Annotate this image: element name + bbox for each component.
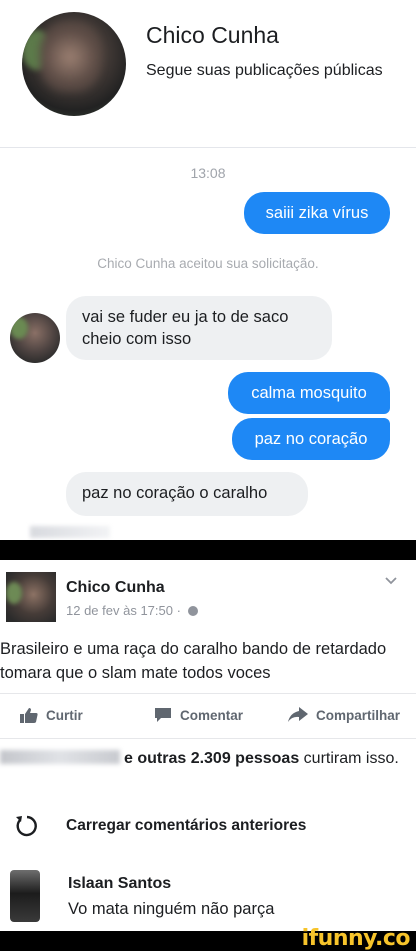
system-message: Chico Cunha aceitou sua solicitação. <box>97 256 319 271</box>
message-bubble-outgoing[interactable]: saiii zika vírus <box>244 192 390 234</box>
profile-header: Chico Cunha Segue suas publicações públi… <box>0 0 416 140</box>
chevron-down-icon[interactable] <box>384 574 398 588</box>
share-label: Compartilhar <box>316 707 401 723</box>
comment-button[interactable]: Comentar <box>154 707 243 723</box>
profile-subtitle: Segue suas publicações públicas <box>146 62 383 79</box>
post-actions: Curtir Comentar Compartilhar <box>0 693 416 739</box>
post-timestamp[interactable]: 12 de fev às 17:50 · <box>66 603 181 618</box>
post-author-name[interactable]: Chico Cunha <box>66 579 165 597</box>
comment-icon <box>155 708 171 722</box>
message-bubble-incoming[interactable]: vai se fuder eu ja to de saco cheio com … <box>66 296 332 360</box>
post-author-avatar[interactable] <box>6 572 56 622</box>
likes-suffix: curtiram isso. <box>303 750 399 767</box>
globe-icon <box>187 606 198 616</box>
messenger-screenshot: Chico Cunha Segue suas publicações públi… <box>0 0 416 540</box>
facebook-post: Chico Cunha 12 de fev às 17:50 · Brasile… <box>0 560 416 931</box>
likes-summary[interactable]: e outras 2.309 pessoas curtiram isso. <box>0 748 416 770</box>
profile-avatar[interactable] <box>22 12 126 116</box>
contact-avatar[interactable] <box>10 313 60 363</box>
load-previous-comments[interactable]: Carregar comentários anteriores <box>0 806 416 846</box>
likes-count: e outras 2.309 pessoas <box>124 750 300 767</box>
post-meta: 12 de fev às 17:50 · <box>66 603 198 618</box>
like-button[interactable]: Curtir <box>20 707 83 723</box>
watermark-logo: ifunny.co <box>301 926 411 951</box>
message-bubble-incoming[interactable]: paz no coração o caralho <box>66 472 308 516</box>
commenter-name[interactable]: Islaan Santos <box>68 875 171 893</box>
divider-bar <box>0 540 416 560</box>
seen-indicator <box>30 526 110 538</box>
profile-name[interactable]: Chico Cunha <box>146 22 279 49</box>
post-text: Brasileiro e uma raça do caralho bando d… <box>0 640 387 682</box>
like-label: Curtir <box>46 707 83 723</box>
message-bubble-outgoing[interactable]: paz no coração <box>232 418 390 460</box>
message-bubble-outgoing[interactable]: calma mosquito <box>228 372 390 414</box>
commenter-avatar[interactable] <box>10 870 40 922</box>
load-more-label: Carregar comentários anteriores <box>66 817 307 834</box>
share-arrow-icon <box>288 707 308 722</box>
divider <box>0 147 416 148</box>
share-button[interactable]: Compartilhar <box>288 707 400 723</box>
comment-label: Comentar <box>180 707 244 723</box>
liker-names-blurred <box>0 750 120 764</box>
refresh-icon <box>16 815 37 837</box>
message-timestamp: 13:08 <box>190 165 226 181</box>
thumbs-up-icon <box>20 708 38 723</box>
comment-text: Vo mata ninguém não parça <box>68 900 275 918</box>
